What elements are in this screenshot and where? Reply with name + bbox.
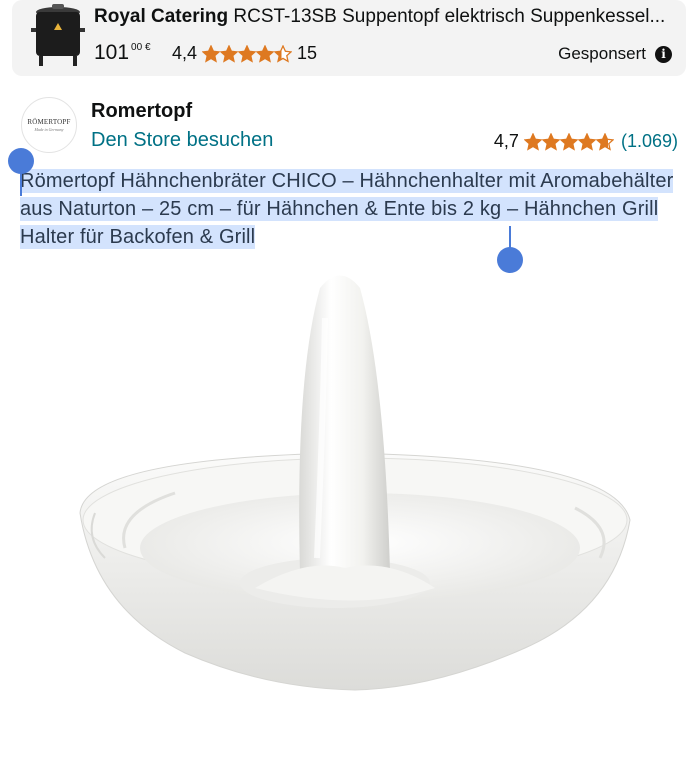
star-icon <box>577 132 596 151</box>
sponsored-label[interactable]: Gesponsert i <box>558 44 672 64</box>
ad-star-rating <box>202 44 293 63</box>
ad-rating-value: 4,4 <box>172 43 198 63</box>
selection-start-handle[interactable] <box>8 148 34 174</box>
star-icon <box>523 132 542 151</box>
product-title[interactable]: Römertopf Hähnchenbräter CHICO – Hähnche… <box>20 167 680 251</box>
selected-title-text: Römertopf Hähnchenbräter CHICO – Hähnche… <box>20 169 674 249</box>
star-icon <box>256 44 275 63</box>
star-icon <box>595 132 614 151</box>
store-logo[interactable]: RÖMERTOPF Made in Germany <box>21 97 77 153</box>
star-icon <box>220 44 239 63</box>
info-icon[interactable]: i <box>655 45 672 63</box>
star-icon <box>202 44 221 63</box>
ad-review-count: 15 <box>297 43 318 63</box>
ad-price: 101 00 € <box>94 41 151 65</box>
sponsored-ad-card[interactable]: Royal Catering RCST-13SB Suppentopf elek… <box>12 0 686 76</box>
ad-price-whole: 101 <box>94 41 130 64</box>
store-name: Romertopf <box>91 100 193 122</box>
star-icon <box>274 44 293 63</box>
soup-kettle-image <box>22 2 94 72</box>
ad-product-title[interactable]: Royal Catering RCST-13SB Suppentopf elek… <box>94 6 679 28</box>
sponsored-text: Gesponsert <box>558 44 646 63</box>
ad-price-fraction: 00 € <box>131 42 151 53</box>
visit-store-link[interactable]: Den Store besuchen <box>91 129 273 152</box>
ad-rating[interactable]: 4,4 15 <box>172 43 317 64</box>
store-logo-text: RÖMERTOPF <box>27 118 71 126</box>
store-star-rating <box>523 132 614 151</box>
star-icon <box>238 44 257 63</box>
store-rating[interactable]: 4,7 (1.069) <box>494 131 678 152</box>
store-logo-subtext: Made in Germany <box>34 127 64 132</box>
ad-brand: Royal Catering <box>94 6 229 27</box>
store-rating-value: 4,7 <box>493 131 519 151</box>
ad-title-text: RCST-13SB Suppentopf elektrisch Suppenke… <box>233 6 666 27</box>
store-rating-count[interactable]: (1.069) <box>621 131 678 152</box>
chicken-roaster-image[interactable] <box>55 258 655 708</box>
star-icon <box>541 132 560 151</box>
star-icon <box>559 132 578 151</box>
